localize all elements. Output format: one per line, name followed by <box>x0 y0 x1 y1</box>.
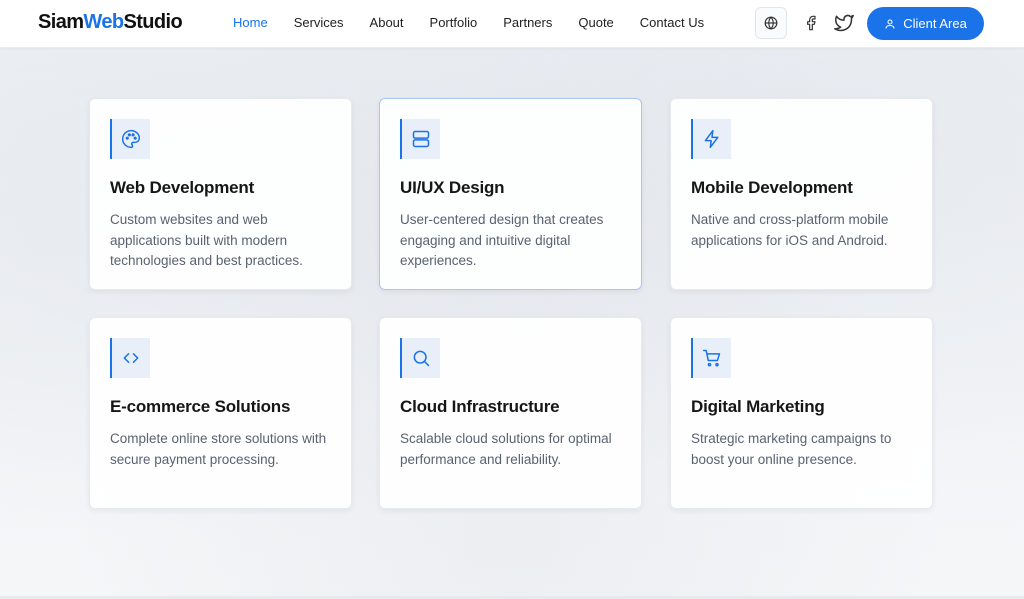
nav-services[interactable]: Services <box>294 15 344 30</box>
service-icon-box <box>400 119 440 159</box>
code-icon <box>123 353 139 363</box>
service-icon-box <box>400 338 440 378</box>
twitter-icon[interactable] <box>833 13 855 33</box>
globe-icon <box>764 16 778 30</box>
server-icon <box>412 130 430 148</box>
site-logo[interactable]: SiamWebStudio <box>38 11 183 34</box>
client-area-label: Client Area <box>903 16 967 31</box>
service-description: Complete online store solutions with sec… <box>110 431 327 467</box>
service-description: User-centered design that creates engagi… <box>400 212 604 268</box>
service-title: UI/UX Design <box>400 178 505 197</box>
nav-quote[interactable]: Quote <box>578 15 613 30</box>
lightning-icon <box>704 129 719 149</box>
service-icon-box <box>691 119 731 159</box>
service-card-ui-ux-design[interactable]: UI/UX Design User-centered design that c… <box>379 98 642 290</box>
service-description: Custom websites and web applications bui… <box>110 212 303 268</box>
search-icon <box>413 350 430 367</box>
service-description: Scalable cloud solutions for optimal per… <box>400 431 612 467</box>
nav-partners[interactable]: Partners <box>503 15 552 30</box>
service-card-digital-marketing[interactable]: Digital Marketing Strategic marketing ca… <box>670 317 933 509</box>
service-icon-box <box>691 338 731 378</box>
service-title: E-commerce Solutions <box>110 397 291 416</box>
service-card-web-development[interactable]: Web Development Custom websites and web … <box>89 98 352 290</box>
nav-contact-us[interactable]: Contact Us <box>640 15 704 30</box>
service-title: Web Development <box>110 178 255 197</box>
main-nav: Home Services About Portfolio Partners Q… <box>233 15 730 30</box>
service-card-mobile-development[interactable]: Mobile Development Native and cross-plat… <box>670 98 933 290</box>
service-title: Cloud Infrastructure <box>400 397 560 416</box>
nav-about[interactable]: About <box>370 15 404 30</box>
service-card-e-commerce-solutions[interactable]: E-commerce Solutions Complete online sto… <box>89 317 352 509</box>
nav-portfolio[interactable]: Portfolio <box>430 15 478 30</box>
service-description: Strategic marketing campaigns to boost y… <box>691 431 892 467</box>
nav-home[interactable]: Home <box>233 15 268 30</box>
user-icon <box>885 18 895 29</box>
facebook-icon[interactable] <box>803 13 819 33</box>
site-header: SiamWebStudio Home Services About Portfo… <box>0 0 1024 48</box>
language-button[interactable] <box>755 7 787 39</box>
cart-icon <box>702 349 721 367</box>
service-icon-box <box>110 119 150 159</box>
service-icon-box <box>110 338 150 378</box>
client-area-button[interactable]: Client Area <box>867 7 984 40</box>
service-title: Digital Marketing <box>691 397 825 416</box>
service-card-cloud-infrastructure[interactable]: Cloud Infrastructure Scalable cloud solu… <box>379 317 642 509</box>
service-title: Mobile Development <box>691 178 853 197</box>
palette-icon <box>122 129 141 149</box>
service-description: Native and cross-platform mobile applica… <box>691 212 889 248</box>
